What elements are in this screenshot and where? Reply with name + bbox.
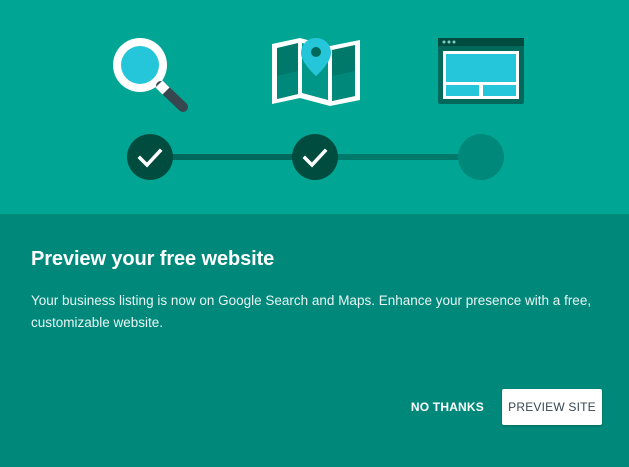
step-connector bbox=[170, 154, 296, 160]
check-icon bbox=[302, 148, 328, 168]
dialog-title: Preview your free website bbox=[31, 248, 275, 270]
preview-website-dialog: Preview your free website Your business … bbox=[0, 0, 629, 467]
step-connector bbox=[336, 154, 462, 160]
preview-site-button[interactable]: PREVIEW SITE bbox=[502, 389, 602, 425]
step-1-completed bbox=[127, 134, 173, 180]
check-icon bbox=[137, 148, 163, 168]
step-2-completed bbox=[292, 134, 338, 180]
hero-illustration-area bbox=[0, 0, 629, 214]
no-thanks-button[interactable]: NO THANKS bbox=[403, 390, 492, 424]
progress-stepper bbox=[0, 0, 629, 214]
dialog-content: Preview your free website Your business … bbox=[0, 214, 629, 467]
step-3-pending bbox=[458, 134, 504, 180]
dialog-actions: NO THANKS PREVIEW SITE bbox=[403, 389, 602, 425]
dialog-body: Your business listing is now on Google S… bbox=[31, 293, 592, 330]
